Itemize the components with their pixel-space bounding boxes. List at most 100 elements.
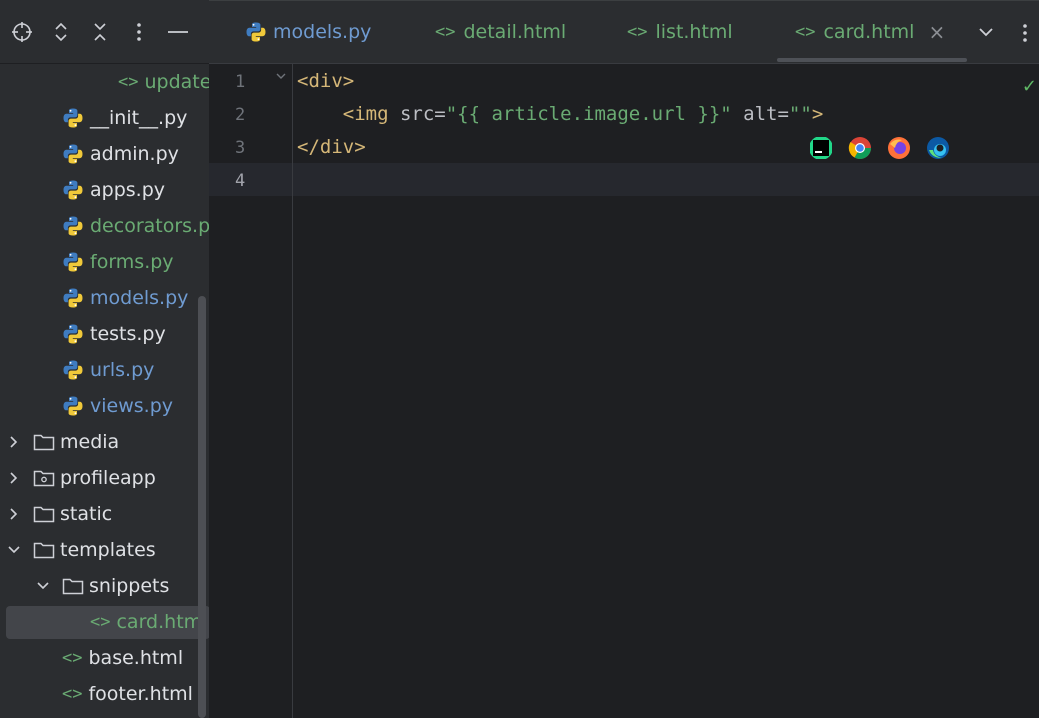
expand-all-icon[interactable] <box>49 20 73 44</box>
tree-item[interactable]: profileapp <box>0 460 209 496</box>
tab-detail-html[interactable]: <> detail.html <box>435 1 566 63</box>
code-token: </div> <box>297 136 366 158</box>
tab-card-html[interactable]: <> card.html × <box>777 1 968 63</box>
python-file-icon <box>63 324 83 344</box>
tree-item-label: footer.html <box>88 683 193 705</box>
python-file-icon <box>246 22 266 42</box>
tree-item[interactable]: <> update <box>0 64 209 100</box>
folder-icon <box>33 434 55 451</box>
edge-icon[interactable] <box>926 136 950 160</box>
chevron-right-icon[interactable] <box>6 434 22 450</box>
tree-item[interactable]: tests.py <box>0 316 209 352</box>
tree-item-label: static <box>60 503 113 525</box>
tree-item[interactable]: apps.py <box>0 172 209 208</box>
code-token: <div> <box>297 70 355 92</box>
tree-item[interactable]: <> base.html <box>0 640 209 676</box>
html-file-icon: <> <box>62 648 83 668</box>
more-options-icon[interactable] <box>127 20 151 44</box>
code-token: "" <box>788 103 812 125</box>
locate-icon[interactable] <box>10 20 34 44</box>
line-number: 3 <box>235 138 246 158</box>
collapse-all-icon[interactable] <box>88 20 112 44</box>
tree-item-content: static <box>33 503 112 525</box>
line-number-gutter: 1 2 3 4 <box>209 64 293 718</box>
tab-label: models.py <box>273 21 372 43</box>
code-token: src= <box>399 103 446 125</box>
tree-item-content: admin.py <box>62 143 179 165</box>
python-file-icon <box>63 108 83 128</box>
code-token: "{{ article.image.url }}" <box>445 103 732 125</box>
no-problems-check-icon[interactable]: ✓ <box>1022 76 1037 97</box>
tree-item[interactable]: static <box>0 496 209 532</box>
python-file-icon <box>63 396 83 416</box>
tree-item-label: __init__.py <box>90 107 188 129</box>
python-file-icon <box>63 288 83 308</box>
tree-item-label: forms.py <box>90 251 174 273</box>
tree-item[interactable]: templates <box>0 532 209 568</box>
tree-item-content: <> update <box>118 71 209 93</box>
tree-item-content: tests.py <box>62 323 166 345</box>
code-line[interactable]: <div> <box>297 70 354 92</box>
tree-item-content: views.py <box>62 395 173 417</box>
tree-item-content: profileapp <box>33 467 156 489</box>
tree-item[interactable]: admin.py <box>0 136 209 172</box>
firefox-icon[interactable] <box>887 136 911 160</box>
python-file-icon <box>63 180 83 200</box>
folder-icon <box>62 578 84 595</box>
tree-item-content: decorators.py <box>62 215 209 237</box>
tree-item-content: <> base.html <box>62 647 183 669</box>
sidebar-scrollbar[interactable] <box>198 296 206 718</box>
html-file-icon: <> <box>435 22 456 42</box>
tree-item[interactable]: <> card.html <box>0 604 209 640</box>
tree-item[interactable]: media <box>0 424 209 460</box>
fold-chevron-icon[interactable] <box>275 70 287 86</box>
tree-item[interactable]: views.py <box>0 388 209 424</box>
tree-item[interactable]: models.py <box>0 280 209 316</box>
code-line[interactable]: <img src="{{ article.image.url }}" alt="… <box>297 103 824 125</box>
tree-item-label: card.html <box>116 611 208 633</box>
line-number: 1 <box>235 72 246 92</box>
tree-item[interactable]: urls.py <box>0 352 209 388</box>
tree-item-label: urls.py <box>90 359 155 381</box>
python-file-icon <box>63 144 83 164</box>
tree-item-content: <> card.html <box>90 611 207 633</box>
tab-models-py[interactable]: models.py <box>245 1 371 63</box>
chevron-right-icon[interactable] <box>6 470 22 486</box>
chevron-down-icon[interactable] <box>35 578 51 594</box>
tree-item[interactable]: __init__.py <box>0 100 209 136</box>
tree-item-content: forms.py <box>62 251 174 273</box>
tree-item[interactable]: <> footer.html <box>0 676 209 712</box>
code-token: > <box>811 103 824 125</box>
tree-item[interactable]: snippets <box>0 568 209 604</box>
tab-list-html[interactable]: <> list.html <box>627 1 733 63</box>
browser-preview-bar <box>809 136 950 160</box>
line-number: 2 <box>235 105 246 125</box>
folder-icon <box>33 542 55 559</box>
code-line[interactable]: </div> <box>297 136 366 158</box>
tree-item-content: __init__.py <box>62 107 187 129</box>
module-folder-icon <box>33 470 55 487</box>
hide-icon[interactable] <box>166 20 190 44</box>
tabs-more-icon[interactable] <box>1022 23 1028 48</box>
html-file-icon: <> <box>90 612 111 632</box>
tree-item-label: views.py <box>90 395 173 417</box>
pycharm-preview-icon[interactable] <box>809 136 833 160</box>
tree-item-content: urls.py <box>62 359 154 381</box>
chevron-right-icon[interactable] <box>6 506 22 522</box>
tree-item[interactable]: decorators.py <box>0 208 209 244</box>
code-editor[interactable]: 1 2 3 4 <div> <img src="{{ article.image.ur… <box>209 64 1039 718</box>
chrome-icon[interactable] <box>848 136 872 160</box>
line-number: 4 <box>235 171 246 191</box>
tab-label: detail.html <box>463 21 567 43</box>
chevron-down-icon[interactable] <box>6 542 22 558</box>
tree-item[interactable]: forms.py <box>0 244 209 280</box>
chevron-down-icon[interactable] <box>977 23 995 46</box>
tree-item-label: snippets <box>89 575 170 597</box>
tree-item-label: decorators.py <box>90 215 209 237</box>
tab-label: list.html <box>655 21 733 43</box>
tree-item-content: <> footer.html <box>62 683 193 705</box>
tree-item-content: templates <box>33 539 156 561</box>
close-icon[interactable]: × <box>928 20 945 44</box>
tree-item-content: snippets <box>62 575 169 597</box>
tree-item-label: update <box>144 71 209 93</box>
